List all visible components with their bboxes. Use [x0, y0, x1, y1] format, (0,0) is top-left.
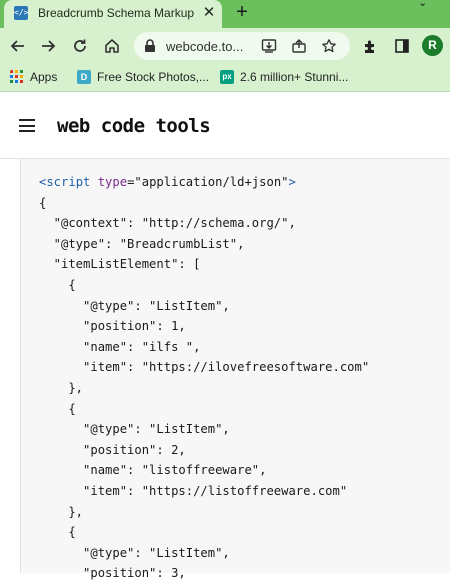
stock-photos-icon: D — [77, 70, 91, 84]
pexels-icon: px — [220, 70, 234, 84]
forward-arrow-icon — [42, 40, 56, 52]
code-line: { — [39, 401, 76, 416]
code-line: }, — [39, 380, 84, 395]
apps-grid-icon — [10, 70, 23, 83]
code-line: { — [39, 525, 76, 540]
back-arrow-icon — [10, 40, 24, 52]
code-line: { — [39, 195, 47, 210]
url-text: webcode.to... — [166, 39, 244, 54]
code-block: <script type="application/ld+json"> { "@… — [20, 159, 450, 580]
home-button[interactable] — [100, 34, 124, 58]
tab-title: Breadcrumb Schema Markup — [38, 6, 195, 20]
browser-tab-active[interactable]: </> Breadcrumb Schema Markup ✕ — [4, 0, 222, 28]
tab-search-chevron-icon[interactable]: ⌄ — [418, 0, 427, 9]
forward-button[interactable] — [36, 34, 60, 58]
reload-button[interactable] — [68, 34, 92, 58]
bookmark-free-stock-photos[interactable]: D Free Stock Photos,... — [77, 69, 209, 85]
site-header: web code tools — [0, 92, 450, 159]
install-app-icon[interactable] — [260, 37, 278, 55]
code-line: { — [39, 277, 76, 292]
address-bar[interactable]: webcode.to... — [134, 32, 350, 60]
code-line: "position": 1, — [39, 319, 186, 334]
bookmark-star-icon[interactable] — [320, 37, 338, 55]
code-line: "position": 3, — [39, 566, 186, 581]
code-line: "@type": "ListItem", — [39, 422, 230, 437]
home-icon — [105, 39, 119, 53]
code-line: "name": "ilfs ", — [39, 339, 201, 354]
code-line-script-tag: <script type="application/ld+json"> — [39, 175, 296, 189]
extensions-button[interactable] — [358, 34, 382, 58]
site-logo[interactable]: web code tools — [57, 115, 211, 137]
side-panel-icon — [395, 39, 409, 53]
back-button[interactable] — [6, 34, 30, 58]
bookmark-apps[interactable]: Apps — [10, 69, 57, 85]
hamburger-menu-icon[interactable] — [19, 119, 35, 132]
code-favicon-icon: </> — [14, 6, 28, 20]
code-lines: { "@context": "http://schema.org/", "@ty… — [39, 196, 369, 581]
reload-icon — [74, 39, 86, 52]
code-line: "name": "listoffreeware", — [39, 463, 267, 478]
new-tab-button[interactable]: + — [232, 1, 252, 24]
profile-avatar[interactable]: R — [422, 35, 443, 56]
puzzle-icon — [364, 40, 374, 53]
browser-toolbar: webcode.to... R — [0, 28, 450, 64]
bookmark-label: 2.6 million+ Stunni... — [240, 70, 349, 84]
script-attr-name: type — [97, 175, 128, 189]
code-line: "item": "https://listoffreeware.com" — [39, 483, 348, 498]
side-panel-button[interactable] — [390, 34, 414, 58]
code-line: "itemListElement": [ — [39, 257, 201, 272]
code-text: <script type="application/ld+json"> { "@… — [39, 172, 369, 584]
main-content: <script type="application/ld+json"> { "@… — [0, 159, 450, 580]
code-line: "position": 2, — [39, 442, 186, 457]
script-tag-name: script — [46, 175, 91, 189]
code-line: "@context": "http://schema.org/", — [39, 216, 296, 231]
share-icon[interactable] — [290, 37, 308, 55]
code-line: "@type": "ListItem", — [39, 545, 230, 560]
tab-strip: </> Breadcrumb Schema Markup ✕ + ⌄ — [0, 0, 450, 28]
tab-close-icon[interactable]: ✕ — [202, 3, 216, 21]
lock-icon — [145, 39, 155, 52]
code-line: }, — [39, 504, 84, 519]
bookmarks-bar: Apps D Free Stock Photos,... px 2.6 mill… — [0, 64, 450, 92]
code-line: "@type": "ListItem", — [39, 298, 230, 313]
code-line: "item": "https://ilovefreesoftware.com" — [39, 360, 370, 375]
code-line: "@type": "BreadcrumbList", — [39, 236, 245, 251]
script-attr-value: "application/ld+json" — [134, 175, 289, 189]
bookmark-label: Apps — [30, 70, 58, 84]
bookmark-pexels[interactable]: px 2.6 million+ Stunni... — [220, 69, 348, 85]
bookmark-label: Free Stock Photos,... — [97, 70, 210, 84]
